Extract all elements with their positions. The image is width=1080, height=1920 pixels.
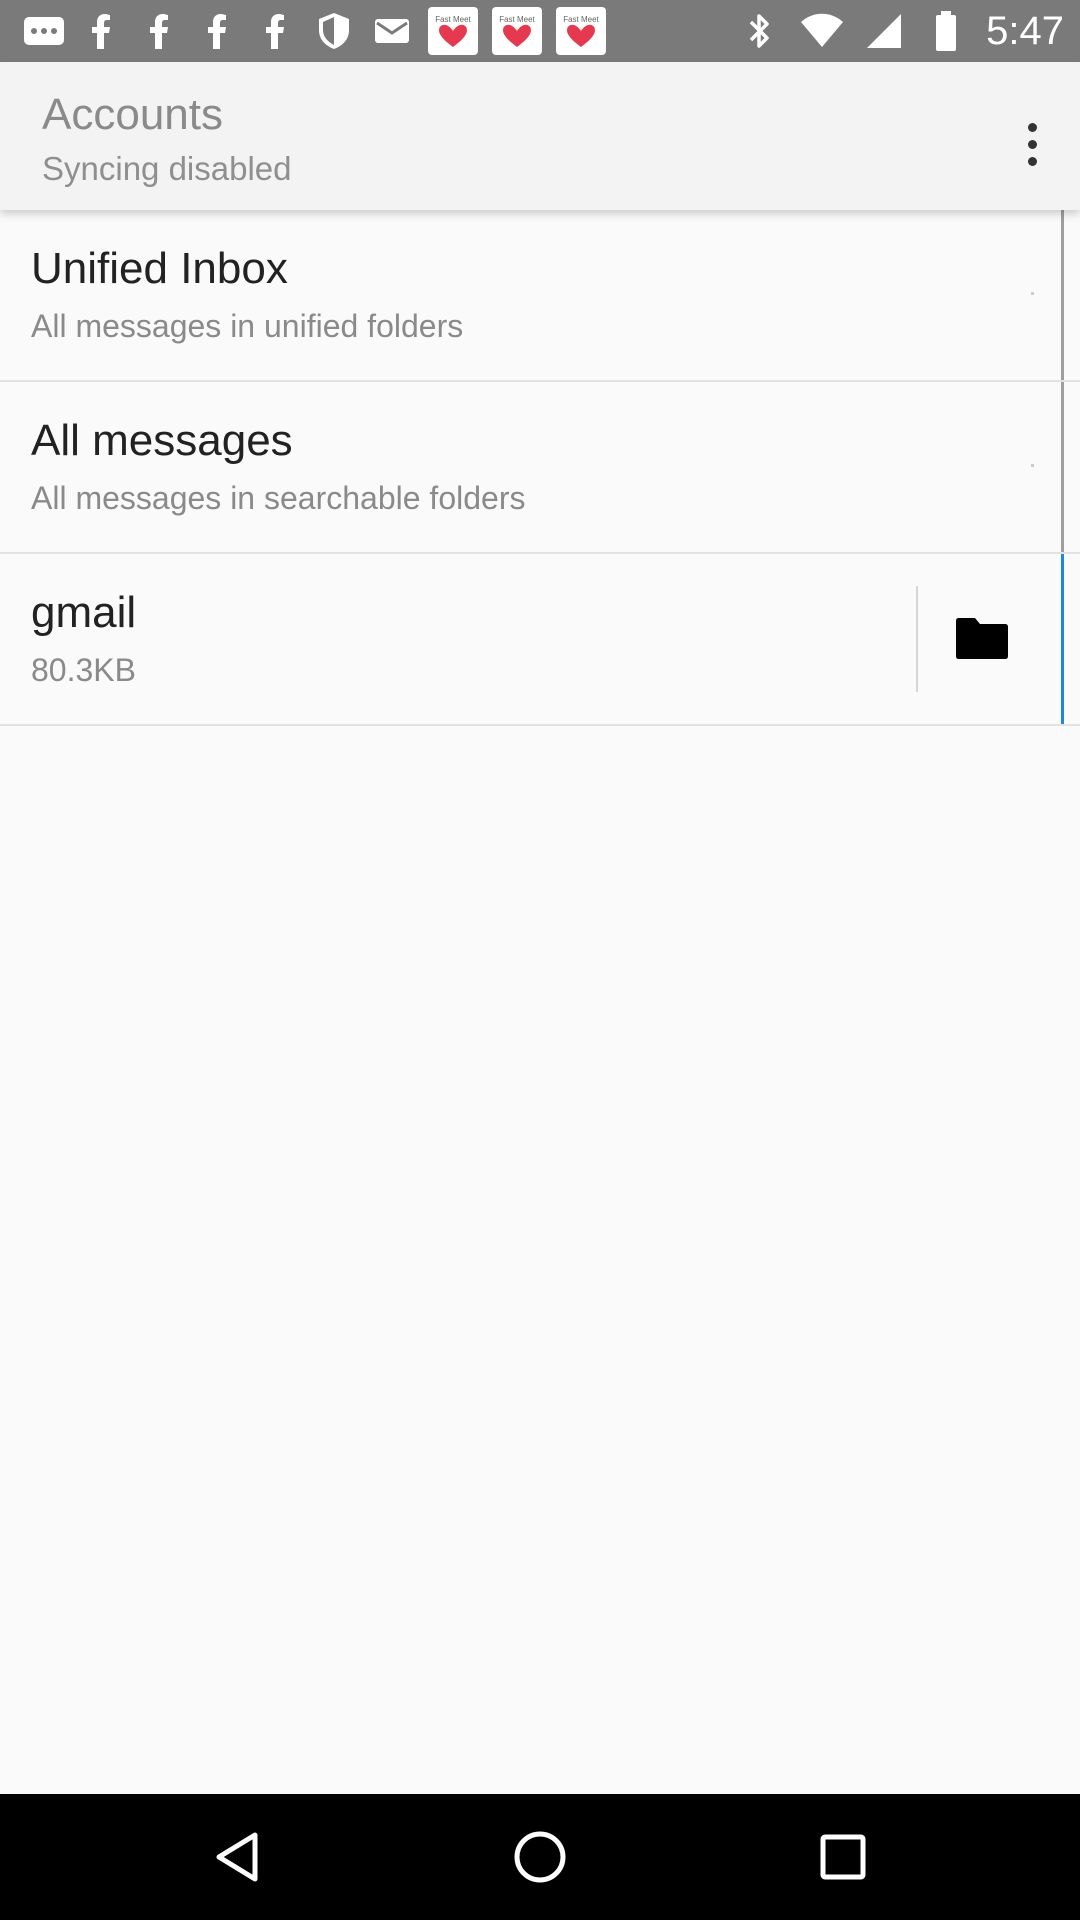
fast-meet-icon: Fast Meet <box>492 7 542 55</box>
status-bar: Fast Meet Fast Meet Fast Meet 5:47 <box>0 0 1080 62</box>
fast-meet-label: Fast Meet <box>563 14 599 24</box>
facebook-icon <box>196 11 240 51</box>
signal-icon <box>862 11 906 51</box>
mail-icon <box>370 11 414 51</box>
back-icon <box>216 1832 258 1882</box>
row-edge-indicator <box>1061 554 1064 724</box>
facebook-icon <box>80 11 124 51</box>
account-size: 80.3KB <box>31 652 136 688</box>
fast-meet-label: Fast Meet <box>499 14 535 24</box>
account-item-gmail[interactable]: gmail 80.3KB <box>0 554 1080 726</box>
facebook-icon <box>254 11 298 51</box>
navigation-bar <box>0 1794 1080 1920</box>
account-item-unified-inbox[interactable]: Unified Inbox All messages in unified fo… <box>0 210 1080 382</box>
account-item-all-messages[interactable]: All messages All messages in searchable … <box>0 382 1080 554</box>
page-title: Accounts <box>42 90 223 139</box>
recents-icon <box>820 1834 866 1880</box>
page-subtitle: Syncing disabled <box>42 150 292 187</box>
folder-icon <box>956 618 1008 659</box>
account-title: gmail <box>31 588 137 637</box>
recents-button[interactable] <box>808 1822 878 1892</box>
account-subtitle: All messages in unified folders <box>31 308 464 344</box>
clock: 5:47 <box>986 8 1064 53</box>
notification-icons: Fast Meet Fast Meet Fast Meet <box>22 7 606 55</box>
battery-icon <box>924 11 968 51</box>
bluetooth-icon <box>738 11 782 51</box>
overflow-menu-button[interactable] <box>1012 112 1052 176</box>
system-icons: 5:47 <box>738 6 1064 56</box>
row-edge-indicator <box>1061 382 1064 552</box>
account-subtitle: All messages in searchable folders <box>31 480 526 516</box>
account-title: Unified Inbox <box>31 244 288 293</box>
wifi-icon <box>800 11 844 51</box>
fast-meet-icon: Fast Meet <box>428 7 478 55</box>
facebook-icon <box>138 11 182 51</box>
divider <box>916 586 918 692</box>
more-icon <box>22 11 66 51</box>
row-edge-indicator <box>1061 210 1064 380</box>
fast-meet-label: Fast Meet <box>435 14 471 24</box>
back-button[interactable] <box>202 1822 272 1892</box>
home-button[interactable] <box>505 1822 575 1892</box>
fast-meet-icon: Fast Meet <box>556 7 606 55</box>
home-icon <box>514 1831 566 1883</box>
folder-button[interactable] <box>952 608 1012 668</box>
app-bar: Accounts Syncing disabled <box>0 62 1080 210</box>
account-title: All messages <box>31 416 293 465</box>
accounts-list: Unified Inbox All messages in unified fo… <box>0 210 1080 726</box>
shield-icon <box>312 11 356 51</box>
more-vert-icon <box>1027 122 1037 132</box>
